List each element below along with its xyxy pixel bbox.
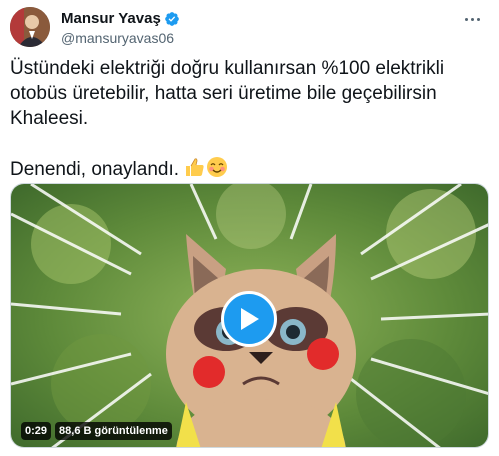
tweet-text-line2: Denendi, onaylandı. <box>10 159 180 180</box>
play-button[interactable] <box>221 291 277 347</box>
tweet-text: Üstündeki elektriği doğru kullanırsan %1… <box>10 56 490 182</box>
thumbs-up-emoji-icon <box>186 158 204 176</box>
video-player[interactable]: 0:29 88,6 B görüntülenme <box>10 183 489 448</box>
avatar[interactable] <box>10 7 50 47</box>
tweet-header: Mansur Yavaş @mansuryavas06 <box>10 7 489 47</box>
play-icon <box>241 308 259 330</box>
author-handle[interactable]: @mansuryavas06 <box>61 29 180 47</box>
more-options-icon[interactable] <box>459 9 485 29</box>
video-duration-badge: 0:29 <box>21 422 52 440</box>
tweet-text-line1: Üstündeki elektriği doğru kullanırsan %1… <box>10 58 445 129</box>
video-views-badge: 88,6 B görüntülenme <box>55 422 172 440</box>
verified-badge-icon <box>164 12 179 26</box>
smiling-face-emoji-icon <box>207 157 228 177</box>
author-display-name[interactable]: Mansur Yavaş <box>61 10 161 28</box>
